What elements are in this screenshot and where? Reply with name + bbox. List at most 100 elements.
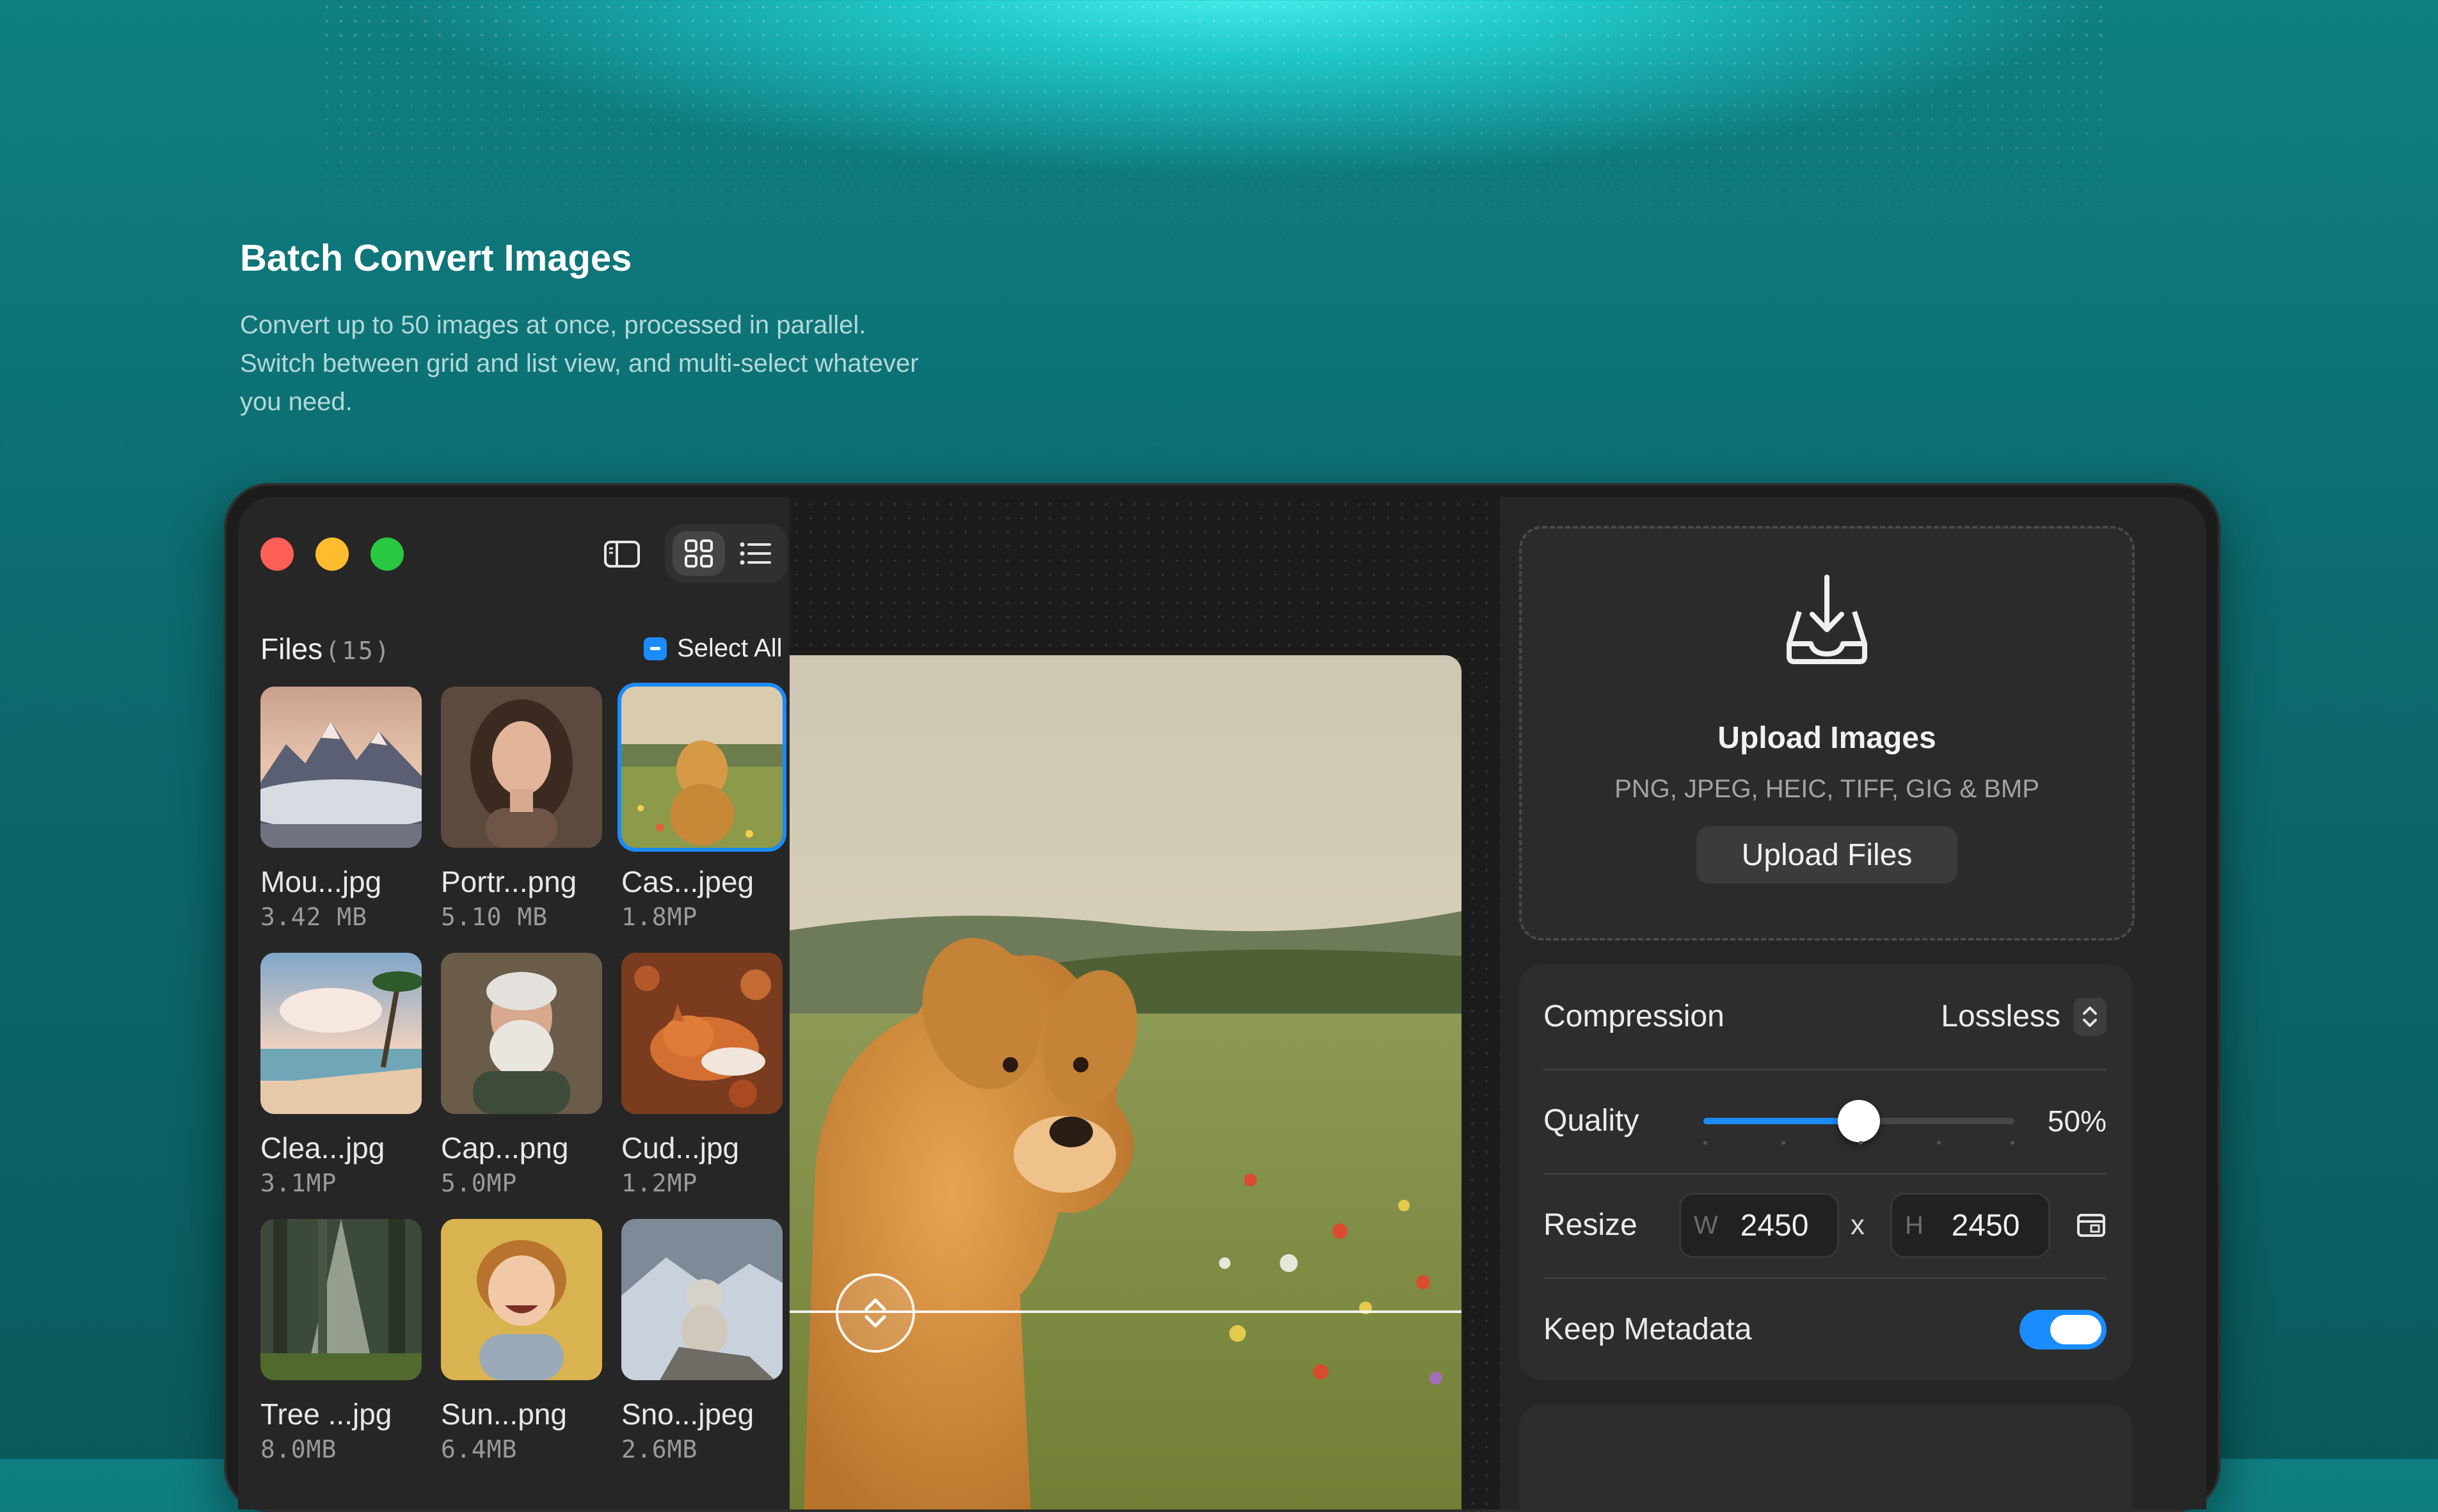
- quality-slider-fill: [1703, 1118, 1859, 1124]
- list-view-button[interactable]: [729, 531, 781, 576]
- file-meta: 8.0MB: [260, 1435, 337, 1463]
- file-meta: 3.42 MB: [260, 903, 368, 931]
- file-thumbnail-dog: [621, 687, 783, 848]
- file-meta: 1.2MP: [621, 1169, 698, 1197]
- file-thumbnail-snow-leopard: [621, 1219, 783, 1380]
- quality-slider[interactable]: [1703, 1100, 2014, 1142]
- file-item[interactable]: Clea...jpg 3.1MP: [260, 953, 422, 1197]
- aspect-ratio-icon[interactable]: [2076, 1213, 2107, 1238]
- select-all-label: Select All: [677, 634, 783, 662]
- file-meta: 3.1MP: [260, 1169, 337, 1197]
- preview-canvas: [790, 497, 1500, 1509]
- file-name: Portr...png: [441, 865, 577, 898]
- quality-row: Quality 50%: [1543, 1069, 2107, 1175]
- quality-label: Quality: [1543, 1104, 1639, 1138]
- file-name: Sun...png: [441, 1397, 567, 1431]
- image-preview: [790, 655, 1462, 1509]
- files-count: (15): [325, 637, 392, 665]
- metadata-row: Keep Metadata: [1543, 1277, 2107, 1381]
- sidebar-toggle-button[interactable]: [595, 532, 649, 577]
- compression-select[interactable]: Lossless: [1941, 997, 2107, 1036]
- app-window: Files (15) Select All Mou...jpg 3.42 MB …: [238, 497, 2206, 1509]
- file-thumbnail-old-man: [441, 953, 602, 1114]
- file-name: Clea...jpg: [260, 1131, 385, 1165]
- file-thumbnail-fox: [621, 953, 783, 1114]
- compression-row: Compression Lossless: [1543, 964, 2107, 1070]
- settings-panel: Upload Images PNG, JPEG, HEIC, TIFF, GIG…: [1500, 497, 2206, 1509]
- slider-tick: [1859, 1141, 1863, 1145]
- file-item[interactable]: Tree ...jpg 8.0MB: [260, 1219, 422, 1463]
- files-sidebar: Files (15) Select All Mou...jpg 3.42 MB …: [238, 497, 790, 1509]
- upload-title: Upload Images: [1717, 721, 1936, 755]
- file-item[interactable]: Sun...png 6.4MB: [441, 1219, 602, 1463]
- quality-slider-ticks: [1703, 1141, 2014, 1146]
- slider-tick: [1781, 1141, 1785, 1145]
- compression-label: Compression: [1543, 999, 1725, 1033]
- app-window-frame: Files (15) Select All Mou...jpg 3.42 MB …: [224, 483, 2220, 1512]
- file-name: Cap...png: [441, 1131, 569, 1165]
- slider-tick: [1703, 1141, 1707, 1145]
- minimize-window-button[interactable]: [315, 537, 349, 571]
- dimension-separator: x: [1851, 1209, 1865, 1241]
- drag-handle-icon: [864, 1298, 886, 1328]
- file-thumbnail-beach: [260, 953, 422, 1114]
- height-value[interactable]: 2450: [1933, 1208, 2038, 1243]
- file-meta: 6.4MB: [441, 1435, 518, 1463]
- file-meta: 1.8MP: [621, 903, 698, 931]
- file-item[interactable]: Portr...png 5.10 MB: [441, 687, 602, 931]
- files-heading: Files (15): [260, 632, 392, 666]
- resize-row: Resize W 2450 x H 2450: [1543, 1173, 2107, 1279]
- list-view-icon: [740, 542, 771, 565]
- file-thumbnail-child: [441, 1219, 602, 1380]
- file-thumbnail-forest: [260, 1219, 422, 1380]
- file-name: Cas...jpeg: [621, 865, 754, 898]
- width-value[interactable]: 2450: [1722, 1208, 1827, 1243]
- width-field[interactable]: W 2450: [1679, 1193, 1839, 1258]
- height-prefix: H: [1905, 1211, 1924, 1239]
- file-name: Sno...jpeg: [621, 1397, 754, 1431]
- slider-tick: [2011, 1141, 2014, 1145]
- height-field[interactable]: H 2450: [1890, 1193, 2050, 1258]
- select-all-checkbox[interactable]: [644, 637, 667, 660]
- file-item[interactable]: Cas...jpeg 1.8MP: [621, 687, 783, 931]
- toggle-knob: [2050, 1314, 2101, 1344]
- metadata-label: Keep Metadata: [1543, 1312, 1752, 1346]
- view-mode-toggle: [665, 524, 788, 583]
- hero-dot-pattern: [320, 0, 2112, 269]
- select-all-toggle[interactable]: Select All: [644, 634, 783, 663]
- files-label: Files: [260, 632, 323, 665]
- quality-slider-thumb[interactable]: [1838, 1100, 1880, 1142]
- file-name: Cud...jpg: [621, 1131, 740, 1165]
- output-settings-card: [1519, 1405, 2132, 1509]
- zoom-window-button[interactable]: [370, 537, 404, 571]
- inbox-download-icon: [1787, 575, 1867, 664]
- grid-view-button[interactable]: [673, 531, 725, 576]
- compression-value: Lossless: [1941, 999, 2060, 1033]
- file-meta: 5.0MP: [441, 1169, 518, 1197]
- keep-metadata-toggle[interactable]: [2020, 1309, 2107, 1349]
- file-item[interactable]: Cud...jpg 1.2MP: [621, 953, 783, 1197]
- close-window-button[interactable]: [260, 537, 294, 571]
- upload-formats: PNG, JPEG, HEIC, TIFF, GIG & BMP: [1614, 775, 2039, 803]
- resize-label: Resize: [1543, 1208, 1637, 1242]
- upload-files-button[interactable]: Upload Files: [1696, 826, 1957, 884]
- file-name: Mou...jpg: [260, 865, 382, 898]
- sidebar-toggle-icon: [604, 541, 640, 568]
- grid-view-icon: [685, 539, 713, 568]
- width-prefix: W: [1694, 1211, 1718, 1239]
- file-thumbnail-portrait: [441, 687, 602, 848]
- upload-dropzone[interactable]: Upload Images PNG, JPEG, HEIC, TIFF, GIG…: [1519, 526, 2135, 941]
- indeterminate-dash-icon: [650, 647, 660, 650]
- file-item[interactable]: Mou...jpg 3.42 MB: [260, 687, 422, 931]
- slider-tick: [1936, 1141, 1941, 1145]
- conversion-settings-card: Compression Lossless Quality 50% Resize …: [1519, 964, 2132, 1380]
- compare-handle[interactable]: [836, 1273, 915, 1353]
- file-name: Tree ...jpg: [260, 1397, 392, 1431]
- file-item[interactable]: Sno...jpeg 2.6MB: [621, 1219, 783, 1463]
- file-meta: 5.10 MB: [441, 903, 548, 931]
- file-thumbnail-mountains: [260, 687, 422, 848]
- chevron-up-down-icon: [2073, 997, 2107, 1036]
- hero-title: Batch Convert Images: [240, 237, 632, 279]
- file-meta: 2.6MB: [621, 1435, 698, 1463]
- file-item[interactable]: Cap...png 5.0MP: [441, 953, 602, 1197]
